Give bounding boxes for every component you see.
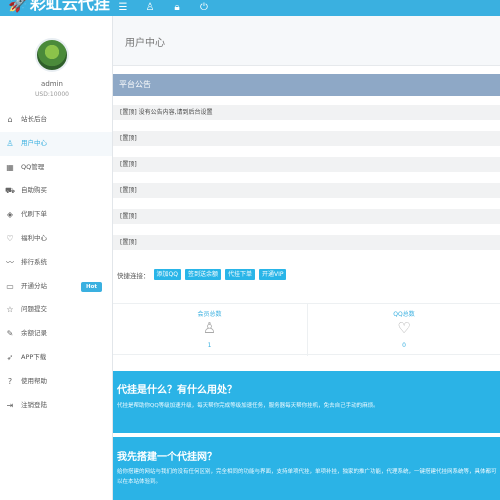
top-bar: 🚀 彩虹云代挂 ☰ ♙ 🔒︎ ⏻ (0, 0, 500, 16)
sidebar-item-balance-log[interactable]: ✎ 余额记录 (0, 322, 112, 346)
sidebar-item-label: 开通分站 (21, 281, 47, 290)
sidebar-item-feedback[interactable]: ☆ 问题提交 (0, 298, 112, 322)
sidebar-item-ranking[interactable]: 〰排行系统 (0, 251, 112, 275)
sidebar-item-logout[interactable]: ⇥ 注销登陆 (0, 394, 112, 418)
hot-badge: Hot (81, 281, 103, 292)
stat-qq: QQ总数 ♡ 0 (307, 304, 500, 356)
sidebar-item-label: QQ管理 (21, 162, 45, 171)
sidebar-item-label: 排行系统 (21, 257, 47, 266)
stat-value: 1 (207, 342, 212, 349)
order-hosting-button[interactable]: 代挂下单 (224, 269, 255, 280)
band-text: 代挂是帮助你QQ等级加速升级，每天帮你完成等级加速任务，服务器每天帮你挂机，免去… (117, 403, 379, 409)
sidebar-item-app-download[interactable]: ➶ APP下载 (0, 346, 112, 370)
avatar[interactable] (35, 38, 69, 72)
stat-members: 会员总数 ♙ 1 (113, 304, 306, 356)
add-qq-button[interactable]: 添加QQ (153, 269, 181, 280)
menu-icon[interactable]: ☰ (118, 0, 128, 16)
sidebar-item-label: APP下载 (21, 352, 47, 361)
grid-icon: ▦ (6, 162, 14, 172)
sidebar-item-qq-manage[interactable]: ▦ QQ管理 (0, 156, 112, 180)
sidebar-nav: ⌂ 站长后台 ♙ 用户中心 ▦ QQ管理 ⛟ 自助购买 ◈ 代刷下单 ♡ 福利中心 〰排行系… (0, 108, 112, 417)
notice-item[interactable]: [置顶] (113, 131, 500, 146)
open-vip-button[interactable]: 开通VIP (258, 269, 287, 280)
sidebar-item-help[interactable]: ? 使用帮助 (0, 370, 112, 394)
user-balance: USD:10000 (35, 91, 69, 98)
notice-item[interactable]: [置顶] 没有公告内容,请到后台设置 (113, 105, 500, 120)
page-title: 用户中心 (125, 38, 165, 49)
cart-icon: ⛟ (5, 186, 16, 196)
sidebar-item-label: 问题提交 (21, 305, 47, 314)
monitor-icon: ▭ (6, 281, 14, 291)
star-icon: ☆ (6, 305, 14, 315)
sign-in-bonus-button[interactable]: 签到送余额 (184, 269, 221, 280)
chart-icon: 〰 (6, 257, 14, 267)
brand-logo[interactable]: 🚀 彩虹云代挂 (8, 0, 110, 15)
sidebar-item-label: 余额记录 (21, 329, 47, 338)
sidebar-item-label: 用户中心 (21, 138, 47, 147)
sidebar-item-label: 站长后台 (21, 115, 47, 123)
sidebar-item-label: 注销登陆 (21, 400, 47, 409)
user-icon: ♙ (6, 138, 14, 148)
sidebar-item-order[interactable]: ◈ 代刷下单 (0, 203, 112, 227)
sidebar-item-label: 自助购买 (21, 186, 47, 195)
edit-icon: ✎ (6, 329, 14, 339)
quick-links-label: 快捷连接： (117, 271, 150, 280)
notice-item[interactable]: [置顶] (113, 235, 500, 250)
band-title: 代挂是什么？有什么用处？ (117, 385, 237, 396)
sidebar-item-self-buy[interactable]: ⛟ 自助购买 (0, 179, 112, 203)
stat-label: QQ总数 (393, 311, 415, 318)
info-band-build: 我先搭建一个代挂网？ 给你搭建的网站与我们的没有任何区别，完全相同的功能与界面，… (113, 437, 500, 500)
sidebar-item-label: 代刷下单 (21, 210, 47, 219)
band-text: 给你搭建的网站与我们的没有任何区别，完全相同的功能与界面，支持单项代挂，单项补挂… (117, 469, 497, 485)
sidebar-item-substation[interactable]: ▭ 开通分站 Hot (0, 275, 112, 299)
stat-label: 会员总数 (197, 311, 222, 318)
heart-outline-icon: ♡ (397, 319, 411, 337)
home-icon: ⌂ (7, 115, 13, 124)
notice-item[interactable]: [置顶] (113, 183, 500, 198)
top-icons: ☰ ♙ 🔒︎ ⏻ (118, 0, 209, 16)
notice-item[interactable]: [置顶] (113, 157, 500, 172)
notice-item[interactable]: [置顶] (113, 209, 500, 224)
stat-value: 0 (402, 342, 406, 349)
sidebar-item-label: 使用帮助 (21, 376, 47, 385)
brand-title: 彩虹云代挂 (29, 0, 110, 13)
sidebar: admin USD:10000 ⌂ 站长后台 ♙ 用户中心 ▦ QQ管理 ⛟ 自助购买 … (0, 16, 113, 500)
tag-icon: ◈ (6, 210, 14, 220)
rocket-icon: 🚀 (8, 0, 28, 13)
notice-header: 平台公告 (113, 74, 500, 96)
heart-icon: ♡ (6, 233, 14, 243)
power-icon[interactable]: ⏻ (199, 0, 209, 16)
rocket-icon: ➶ (6, 352, 14, 362)
sidebar-item-user-center[interactable]: ♙ 用户中心 (0, 131, 112, 156)
main-content: 用户中心 平台公告 [置顶] 没有公告内容,请到后台设置 [置顶] [置顶] [… (113, 16, 500, 500)
user-outline-icon: ♙ (202, 319, 217, 337)
user-icon[interactable]: ♙ (145, 0, 155, 16)
band-title: 我先搭建一个代挂网？ (117, 452, 217, 463)
sidebar-item-welfare[interactable]: ♡ 福利中心 (0, 227, 112, 251)
lock-icon[interactable]: 🔒︎ (172, 0, 182, 16)
logout-icon: ⇥ (6, 400, 14, 410)
username: admin (41, 80, 63, 88)
page-title-bar: 用户中心 (113, 16, 500, 66)
sidebar-item-admin[interactable]: ⌂ 站长后台 (0, 108, 112, 132)
quick-links: 快捷连接： 添加QQ 签到送余额 代挂下单 开通VIP (117, 269, 287, 280)
sidebar-item-label: 福利中心 (21, 233, 47, 242)
info-band-what: 代挂是什么？有什么用处？ 代挂是帮助你QQ等级加速升级，每天帮你完成等级加速任务… (113, 371, 500, 433)
stats-panel: 会员总数 ♙ 1 QQ总数 ♡ 0 (113, 303, 500, 356)
help-icon: ? (7, 376, 13, 386)
